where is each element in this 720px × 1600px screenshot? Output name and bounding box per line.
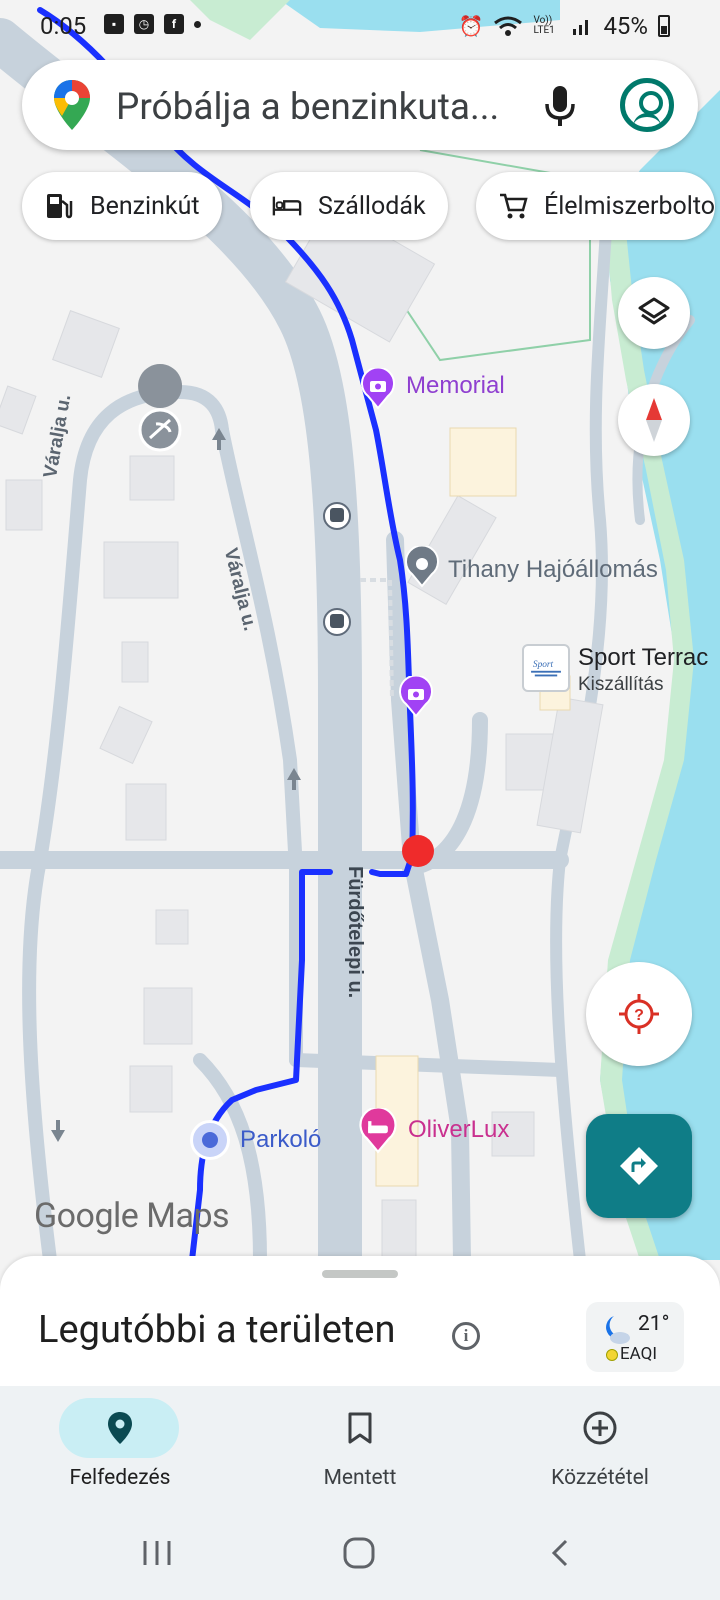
status-time: 0:05 (40, 12, 87, 40)
my-location-button[interactable]: ? (586, 962, 692, 1066)
poi-hajoallomas-pin[interactable] (404, 544, 440, 588)
directions-button[interactable] (586, 1114, 692, 1218)
home-icon[interactable] (342, 1536, 376, 1570)
cloudy-night-icon (606, 1316, 630, 1344)
signal-icon (573, 20, 589, 35)
microphone-icon[interactable] (538, 82, 582, 130)
system-navigation-bar (0, 1512, 720, 1600)
network-type-label: Vo)) LTE1 (533, 15, 555, 36)
chip-label: Benzinkút (90, 191, 200, 221)
poi-memorial-pin[interactable] (360, 366, 396, 410)
location-unknown-icon: ? (619, 994, 659, 1034)
layers-button[interactable] (618, 277, 690, 349)
poi-parkolo-label[interactable]: Parkoló (240, 1126, 321, 1154)
chip-label: Élelmiszerbolto (544, 191, 716, 221)
poi-sport-terrace-label[interactable]: Sport Terrac (578, 644, 708, 672)
gallery-icon: ▪ (104, 14, 124, 34)
search-bar[interactable]: Próbálja a benzinkuta... (22, 60, 698, 150)
status-bar: 0:05 ▪ ◷ f ⏰ Vo)) LTE1 45% (0, 0, 720, 52)
poi-camera-pin[interactable] (398, 674, 434, 718)
nav-label: Felfedezés (69, 1466, 171, 1490)
nav-item-explore[interactable]: Felfedezés (0, 1386, 240, 1512)
add-circle-icon (583, 1411, 617, 1445)
poi-memorial-label[interactable]: Memorial (406, 372, 505, 400)
account-avatar-icon[interactable] (620, 78, 674, 132)
wifi-icon (494, 16, 523, 36)
compass-button[interactable] (618, 384, 690, 456)
info-icon[interactable]: i (452, 1322, 480, 1350)
drag-handle[interactable] (322, 1270, 398, 1278)
nav-item-contribute[interactable]: Közzététel (480, 1386, 720, 1512)
svg-text:?: ? (634, 1007, 644, 1024)
explore-pin-icon (108, 1412, 132, 1444)
notification-icons: ▪ ◷ f (104, 14, 201, 34)
weather-widget[interactable]: 21° EAQI (586, 1302, 684, 1372)
search-input[interactable]: Próbálja a benzinkuta... (116, 86, 499, 129)
layers-icon (638, 297, 670, 325)
directions-icon (620, 1147, 658, 1185)
chip-hotels[interactable]: Szállodák (250, 172, 448, 240)
bookmark-icon (348, 1412, 372, 1444)
nav-item-saved[interactable]: Mentett (240, 1386, 480, 1512)
nav-label: Mentett (323, 1466, 397, 1490)
compass-icon (646, 398, 662, 442)
weather-aqi-label: EAQI (620, 1344, 657, 1364)
google-maps-pin-icon (54, 80, 90, 130)
more-notifications-icon (194, 20, 201, 28)
nav-label: Közzététel (551, 1466, 649, 1490)
poi-oliverlux-label[interactable]: OliverLux (408, 1116, 509, 1144)
facebook-icon: f (164, 14, 184, 34)
alarm-icon: ⏰ (458, 14, 484, 38)
chip-groceries[interactable]: Élelmiszerbolto (476, 172, 716, 240)
recent-apps-icon[interactable] (140, 1538, 174, 1568)
system-status-icons: ⏰ Vo)) LTE1 45% (459, 12, 670, 40)
battery-percent: 45% (603, 12, 648, 40)
clock-app-icon: ◷ (134, 14, 154, 34)
battery-icon (658, 15, 670, 37)
google-maps-logo: Google Maps (34, 1196, 230, 1236)
poi-hajoallomas-label[interactable]: Tihany Hajóállomás (448, 556, 658, 584)
poi-sport-terrace-sublabel: Kiszállítás (578, 674, 664, 695)
sheet-title: Legutóbbi a területen (38, 1308, 396, 1352)
bottom-navigation: Felfedezés Mentett Közzététel (0, 1386, 720, 1512)
weather-temperature: 21° (638, 1312, 670, 1336)
hotel-bed-icon (272, 191, 302, 221)
chip-gas-station[interactable]: Benzinkút (22, 172, 222, 240)
chip-label: Szállodák (318, 191, 426, 221)
poi-oliverlux-pin[interactable] (358, 1106, 398, 1154)
shopping-cart-icon (498, 191, 528, 221)
poi-parkolo-pin[interactable] (190, 1120, 230, 1160)
bottom-sheet[interactable]: Legutóbbi a területen i 21° EAQI (0, 1256, 720, 1386)
aqi-status-dot (606, 1349, 618, 1361)
street-label-furdotelepi: Fürdőtelepi u. (344, 866, 366, 999)
gas-station-icon (44, 191, 74, 221)
poi-sport-terrace-logo[interactable]: Sport (522, 644, 570, 692)
back-icon[interactable] (548, 1538, 572, 1568)
svg-text:Sport: Sport (533, 660, 554, 670)
